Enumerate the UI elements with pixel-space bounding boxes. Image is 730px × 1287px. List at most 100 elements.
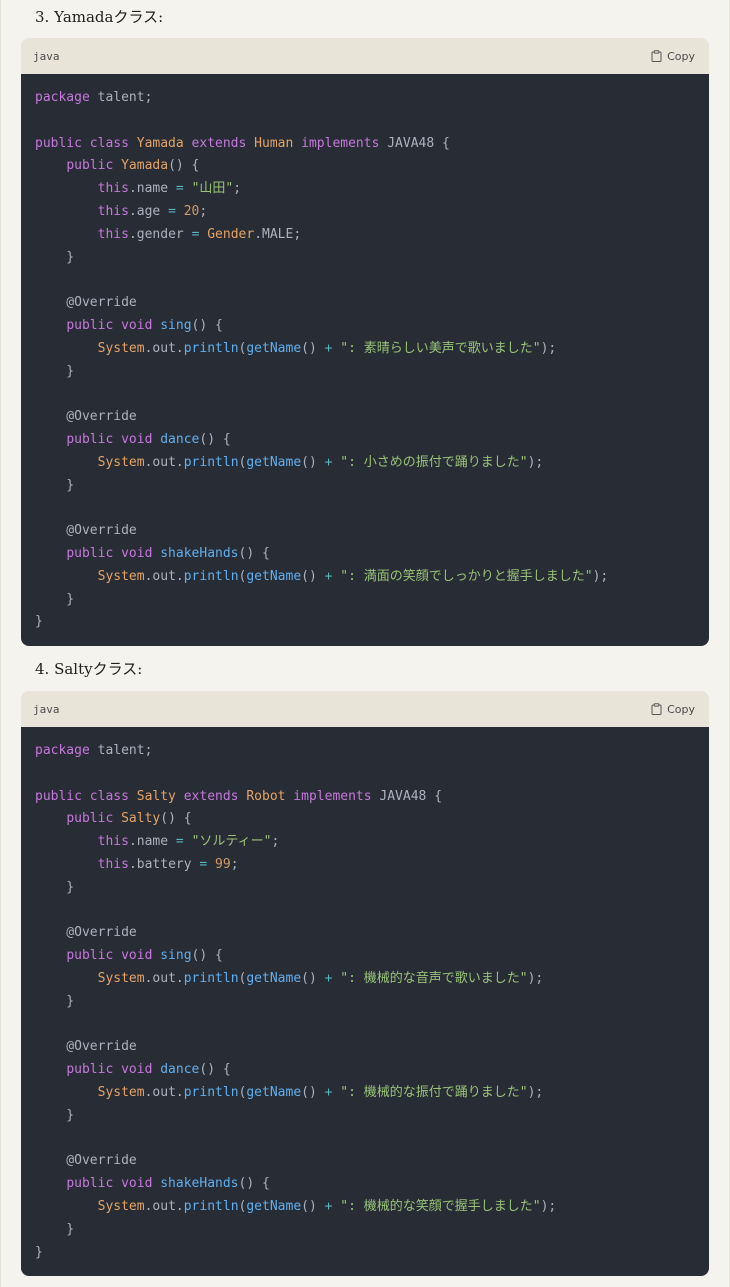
code-token: ); — [527, 1084, 544, 1100]
code-token: System — [97, 454, 145, 470]
code-token: @Override — [35, 1039, 137, 1055]
copy-button[interactable]: Copy — [651, 703, 695, 716]
code-token: @Override — [35, 409, 137, 425]
code-line: } — [35, 589, 695, 612]
code-token: dance — [160, 1062, 200, 1078]
code-line: this.name = "ソルティー"; — [35, 831, 695, 854]
code-line: public void shakeHands() { — [35, 1173, 695, 1196]
code-token: () { — [238, 545, 270, 561]
code-token: System — [97, 1084, 145, 1100]
code-line: } — [35, 475, 695, 498]
code-token: Salty — [136, 788, 176, 804]
code-token: sing — [160, 317, 192, 333]
code-line: } — [35, 1105, 695, 1128]
code-token: this — [97, 203, 129, 219]
code-line: public class Salty extends Robot impleme… — [35, 786, 695, 809]
code-token: } — [35, 614, 43, 630]
code-line: } — [35, 247, 695, 270]
code-token: () { — [238, 1176, 270, 1192]
code-line: public void dance() { — [35, 1059, 695, 1082]
code-token: Yamada — [121, 158, 169, 174]
code-token: package — [35, 743, 90, 758]
code-line: } — [35, 1219, 695, 1242]
code-token: implements — [293, 135, 388, 151]
code-token: getName — [246, 568, 302, 584]
code-token: .out. — [144, 340, 184, 356]
code-token: getName — [246, 1084, 302, 1100]
code-token: shakeHands — [160, 1176, 239, 1192]
code-token: System — [97, 1198, 145, 1214]
code-line: @Override — [35, 922, 695, 945]
code-token: public void — [66, 317, 161, 333]
code-token: getName — [246, 970, 302, 986]
code-token: () { — [191, 948, 223, 964]
copy-button[interactable]: Copy — [651, 50, 695, 63]
code-token: JAVA48 { — [387, 135, 450, 151]
code-token: println — [183, 568, 239, 584]
code-token: .name — [128, 181, 176, 197]
code-token: .age — [128, 203, 169, 219]
code-token: Human — [254, 135, 294, 151]
code-token: public — [66, 158, 122, 174]
code-token: @Override — [35, 925, 137, 941]
code-token: talent; — [89, 90, 153, 105]
code-token: this — [97, 226, 129, 242]
copy-label: Copy — [667, 49, 695, 63]
code-line: } — [35, 877, 695, 900]
code-token: .gender — [128, 226, 192, 242]
code-token: ); — [540, 1198, 557, 1214]
code-token: System — [97, 568, 145, 584]
code-token: } — [35, 993, 75, 1009]
code-token: .battery — [128, 856, 200, 872]
code-token: } — [35, 1107, 75, 1123]
code-token: } — [35, 879, 75, 895]
code-token: = — [175, 834, 184, 850]
copy-label: Copy — [667, 702, 695, 716]
code-token: () { — [191, 317, 223, 333]
code-language-label: java — [33, 702, 60, 716]
code-token: "ソルティー" — [191, 834, 272, 850]
code-block-yamada: java Copy package talent; public class Ya… — [21, 38, 709, 647]
code-token: Robot — [246, 788, 286, 804]
code-token: ": 満面の笑顔でしっかりと握手しました" — [340, 568, 593, 584]
code-token: .out. — [144, 454, 184, 470]
code-token: ); — [592, 568, 609, 584]
code-block-header: java Copy — [21, 38, 709, 74]
code-token: ; — [271, 834, 280, 850]
code-token: () — [301, 1084, 325, 1100]
code-line: this.gender = Gender.MALE; — [35, 224, 695, 247]
code-token: println — [183, 1084, 239, 1100]
code-token: extends — [183, 135, 255, 151]
code-line: public void shakeHands() { — [35, 543, 695, 566]
code-language-label: java — [33, 49, 60, 63]
code-token: 20 — [183, 203, 200, 219]
code-token: package — [35, 90, 90, 105]
code-token: ": 機械的な振付で踊りました" — [340, 1084, 528, 1100]
code-line: public void sing() { — [35, 315, 695, 338]
code-token: public class — [35, 788, 137, 804]
code-token: ); — [527, 970, 544, 986]
code-token: } — [35, 249, 75, 265]
code-token: "山田" — [191, 181, 234, 197]
code-line: public Salty() { — [35, 808, 695, 831]
code-token: .out. — [144, 568, 184, 584]
code-token: ; — [233, 181, 242, 197]
code-token: public void — [66, 948, 161, 964]
code-token: println — [183, 970, 239, 986]
code-token: ; — [230, 856, 239, 872]
code-token: dance — [160, 431, 200, 447]
code-token: this — [97, 856, 129, 872]
code-token: Salty — [121, 811, 161, 827]
